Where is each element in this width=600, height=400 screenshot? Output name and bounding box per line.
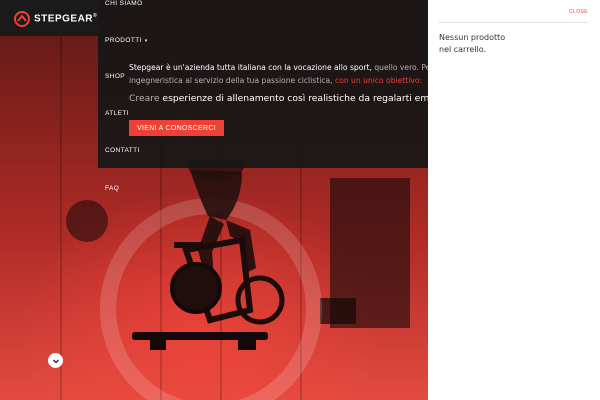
nav-item-shop[interactable]: SHOP xyxy=(105,73,125,80)
cyclist-trainer-image xyxy=(132,160,285,350)
hero-text: Stepgear è un'azienda tutta italiana con… xyxy=(129,61,429,105)
header-logo-bar: STEPGEAR® xyxy=(0,0,98,36)
brand-logo-link[interactable]: STEPGEAR® xyxy=(14,11,97,27)
cart-empty-line-2: nel carrello. xyxy=(439,44,486,54)
cart-empty-message: Nessun prodotto nel carrello. xyxy=(439,32,529,55)
cart-close-button[interactable]: CLOSE xyxy=(569,9,588,15)
nav-item-prodotti[interactable]: PRODOTTI ▾ xyxy=(105,37,148,44)
nav-item-contatti[interactable]: CONTATTI xyxy=(105,147,140,154)
cart-panel: CLOSE Nessun prodotto nel carrello. xyxy=(428,0,600,400)
chevron-down-icon xyxy=(52,359,59,363)
main-navigation: CHI SIAMO PRODOTTI ▾ SHOP ATLETI CONTATTI… xyxy=(98,0,429,168)
vieni-a-conoscerci-button[interactable]: VIENI A CONOSCERCI xyxy=(129,120,224,136)
stepgear-logo-icon xyxy=(14,11,30,27)
background-box xyxy=(320,298,356,324)
hero-intro-line-2: ingegneristica al servizio della tua pas… xyxy=(129,76,423,85)
cart-divider xyxy=(438,22,588,23)
hero-lead-text: Creare esperienze di allenamento così re… xyxy=(129,93,429,104)
background-shadow xyxy=(66,200,108,242)
nav-item-faq[interactable]: FAQ xyxy=(105,185,119,192)
scroll-down-button[interactable] xyxy=(48,353,63,368)
cart-empty-line-1: Nessun prodotto xyxy=(439,33,506,42)
background-stripe xyxy=(60,0,62,400)
nav-item-atleti[interactable]: ATLETI xyxy=(105,110,129,117)
brand-name: STEPGEAR® xyxy=(34,13,98,25)
nav-item-chi-siamo[interactable]: CHI SIAMO xyxy=(105,0,143,7)
chevron-down-icon: ▾ xyxy=(144,38,148,44)
hero-intro-line-1: Stepgear è un'azienda tutta italiana con… xyxy=(129,63,429,72)
